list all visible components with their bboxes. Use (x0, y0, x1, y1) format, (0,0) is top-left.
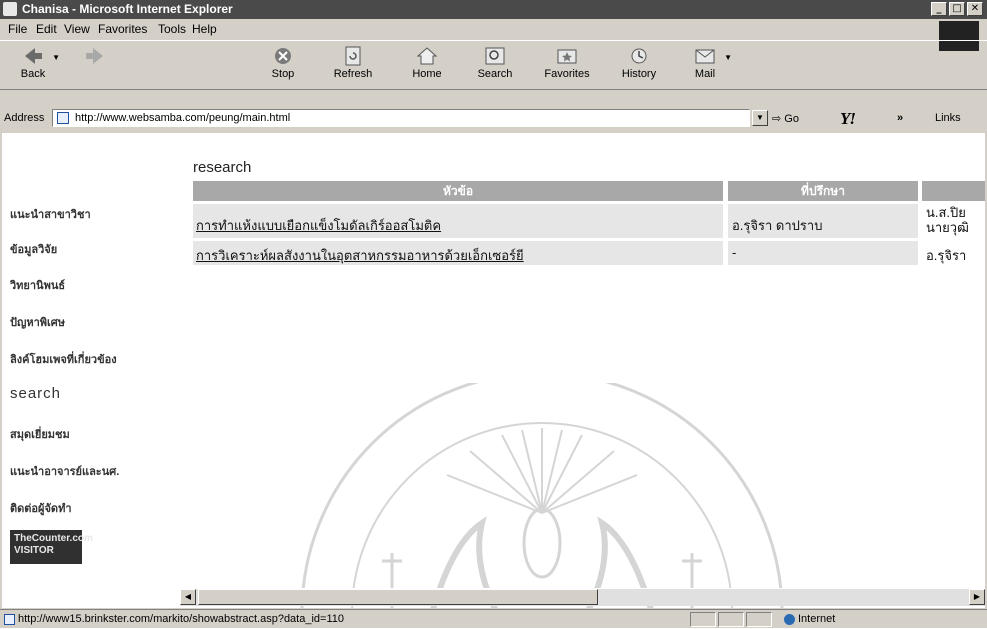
links-button[interactable]: Links (935, 112, 961, 124)
back-dropdown-icon[interactable]: ▼ (52, 53, 60, 62)
refresh-icon (345, 46, 361, 66)
security-zone: Internet (798, 613, 836, 625)
advisor-1: อ.รุจิรา ดาปราบ (732, 218, 823, 233)
title-bar: Chanisa - Microsoft Internet Explorer _ … (0, 0, 987, 19)
menu-tools[interactable]: Tools (158, 22, 186, 36)
home-button[interactable]: Home (398, 43, 456, 85)
scroll-left-icon[interactable]: ◀ (180, 589, 196, 605)
search-button[interactable]: Search (466, 43, 524, 85)
menu-help[interactable]: Help (192, 22, 217, 36)
researcher-1: น.ส.ปิย นายวุฒิ (926, 205, 969, 235)
address-bar: Address http://www.websamba.com/peung/ma… (0, 108, 987, 130)
research-link-1[interactable]: การทำแห้งแบบเยือกแข็งโมดัลเกิร์ออสโมติค (196, 215, 441, 236)
researcher-2: อ.รุจิรา (926, 248, 967, 263)
sidebar-item-thesis[interactable]: วิทยานิพนธ์ (10, 276, 65, 294)
mail-dropdown-icon[interactable]: ▼ (724, 53, 732, 62)
sidebar-item-special-problem[interactable]: ปัญหาพิเศษ (10, 313, 65, 331)
maximize-button[interactable]: □ (949, 2, 965, 16)
stop-label: Stop (271, 68, 295, 80)
page-heading: research (193, 159, 252, 176)
counter-label: TheCounter.com VISITOR (14, 533, 93, 556)
refresh-label: Refresh (333, 68, 373, 80)
status-bar: http://www15.brinkster.com/markito/showa… (0, 609, 987, 629)
window-title: Chanisa - Microsoft Internet Explorer (22, 2, 233, 16)
back-button[interactable]: Back ▼ (4, 43, 62, 85)
go-button[interactable]: ⇨ Go (772, 112, 799, 125)
go-label: Go (784, 113, 799, 125)
mail-label: Mail (694, 68, 716, 80)
history-icon (631, 48, 647, 64)
sidebar-item-search[interactable]: search (10, 385, 61, 402)
yahoo-logo-icon[interactable]: Y! (840, 109, 856, 129)
column-header-researcher (922, 181, 985, 201)
mail-icon (695, 49, 715, 64)
status-panel (746, 612, 772, 627)
refresh-button[interactable]: Refresh (324, 43, 382, 85)
stop-button[interactable]: Stop (254, 43, 312, 85)
menu-view[interactable]: View (64, 22, 90, 36)
address-label: Address (4, 112, 45, 124)
stop-icon (275, 48, 291, 64)
sidebar-item-guestbook[interactable]: สมุดเยี่ยมชม (10, 425, 70, 443)
status-url: http://www15.brinkster.com/markito/showa… (18, 613, 344, 625)
favorites-icon (557, 49, 577, 64)
menu-edit[interactable]: Edit (36, 22, 57, 36)
page-content: แนะนำสาขาวิชา ข้อมูลวิจัย วิทยานิพนธ์ ปั… (2, 133, 985, 608)
forward-button[interactable] (66, 43, 124, 85)
toolbar-chevron[interactable]: » (897, 112, 903, 124)
home-label: Home (412, 68, 442, 80)
column-header-topic: หัวข้อ (193, 181, 723, 201)
menu-favorites[interactable]: Favorites (98, 22, 147, 36)
page-icon (57, 112, 69, 124)
back-arrow-icon (25, 48, 42, 64)
column-header-advisor: ที่ปรึกษา (728, 181, 918, 201)
history-label: History (621, 68, 657, 80)
research-link-2[interactable]: การวิเคราะห์ผลสังงานในอุตสาหกรรมอาหารด้ว… (196, 245, 524, 266)
search-icon (485, 47, 505, 65)
sidebar-item-related-links[interactable]: ลิงค์โฮมเพจที่เกี่ยวข้อง (10, 350, 117, 368)
address-url: http://www.websamba.com/peung/main.html (75, 112, 291, 124)
ie-icon (3, 2, 17, 16)
search-label: Search (477, 68, 513, 80)
close-button[interactable]: ✕ (967, 2, 983, 16)
status-panel (718, 612, 744, 627)
address-dropdown-button[interactable]: ▼ (752, 110, 768, 126)
minimize-button[interactable]: _ (931, 2, 947, 16)
page-status-icon (4, 614, 15, 625)
sidebar-item-research-data[interactable]: ข้อมูลวิจัย (10, 240, 57, 258)
internet-zone-icon (784, 614, 795, 625)
history-button[interactable]: History (610, 43, 668, 85)
home-icon (416, 47, 438, 65)
scroll-right-icon[interactable]: ▶ (969, 589, 985, 605)
forward-arrow-icon (86, 48, 103, 64)
sidebar-item-contact[interactable]: ติดต่อผู้จัดทำ (10, 499, 72, 517)
menu-file[interactable]: File (8, 22, 27, 36)
sidebar-item-program-intro[interactable]: แนะนำสาขาวิชา (10, 205, 91, 223)
sidebar-item-faculty-students[interactable]: แนะนำอาจารย์และนศ. (10, 462, 119, 480)
browser-window: Chanisa - Microsoft Internet Explorer _ … (0, 0, 987, 628)
standard-toolbar: Back ▼ Stop Refresh Home Search Favorite… (0, 40, 987, 90)
favorites-label: Favorites (544, 68, 590, 80)
horizontal-scrollbar[interactable]: ◀ ▶ (180, 588, 985, 606)
back-label: Back (20, 68, 46, 80)
visitor-counter-badge[interactable]: TheCounter.com VISITOR (10, 530, 93, 564)
university-seal-watermark (300, 383, 784, 608)
status-panel (690, 612, 716, 627)
mail-button[interactable]: Mail ▼ (676, 43, 734, 85)
advisor-2: - (732, 245, 737, 260)
scroll-thumb[interactable] (198, 589, 598, 605)
address-input[interactable]: http://www.websamba.com/peung/main.html (52, 109, 750, 127)
go-arrow-icon: ⇨ (772, 113, 782, 125)
menu-bar: File Edit View Favorites Tools Help (0, 20, 987, 38)
table-cell-bg (728, 241, 918, 265)
favorites-button[interactable]: Favorites (538, 43, 596, 85)
